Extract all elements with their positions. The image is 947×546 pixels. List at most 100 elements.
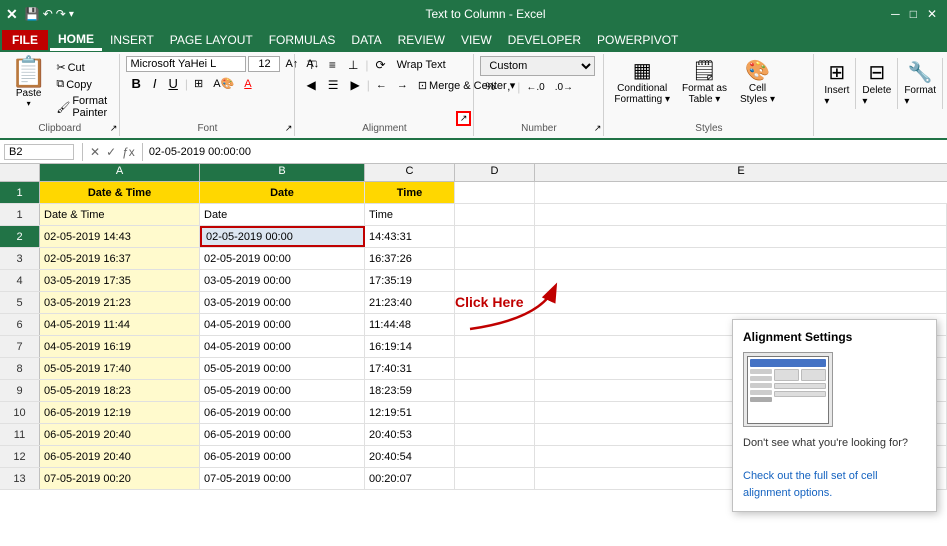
- cell-A7[interactable]: 04-05-2019 16:19: [40, 336, 200, 357]
- name-box[interactable]: [4, 144, 74, 160]
- percent-btn[interactable]: %: [480, 79, 500, 95]
- cell-C6[interactable]: 11:44:48: [365, 314, 455, 335]
- close-icon[interactable]: ✕: [927, 7, 937, 21]
- cell-A6[interactable]: 04-05-2019 11:44: [40, 314, 200, 335]
- cell-c1[interactable]: Time: [365, 182, 455, 203]
- cell-C7[interactable]: 16:19:14: [365, 336, 455, 357]
- undo-qat-btn[interactable]: ↶: [43, 7, 53, 21]
- decrease-decimal-btn[interactable]: ←.0: [522, 80, 548, 95]
- cell-D2[interactable]: [455, 226, 535, 247]
- cell-C10[interactable]: 12:19:51: [365, 402, 455, 423]
- cell-a1[interactable]: Date & Time: [40, 182, 200, 203]
- number-format-select[interactable]: Custom: [480, 56, 595, 76]
- cell-D1[interactable]: [455, 204, 535, 225]
- font-color-button[interactable]: A: [240, 76, 255, 92]
- cell-B1[interactable]: Date: [200, 204, 365, 225]
- decrease-indent-btn[interactable]: ←: [372, 77, 391, 93]
- cell-A5[interactable]: 03-05-2019 21:23: [40, 292, 200, 313]
- cell-C11[interactable]: 20:40:53: [365, 424, 455, 445]
- qat-more-icon[interactable]: ▾: [69, 9, 74, 20]
- cell-D10[interactable]: [455, 402, 535, 423]
- save-qat-btn[interactable]: 💾: [25, 7, 40, 21]
- menu-formulas[interactable]: FORMULAS: [261, 31, 344, 49]
- formula-cancel-icon[interactable]: ✕: [90, 145, 100, 159]
- cut-button[interactable]: ✂ Cut: [54, 60, 113, 75]
- cell-D12[interactable]: [455, 446, 535, 467]
- col-header-a[interactable]: A: [40, 164, 200, 181]
- delete-cells-btn[interactable]: ⊟ Delete ▾: [856, 58, 898, 109]
- alignment-expand-btn[interactable]: ↗: [456, 111, 472, 126]
- cell-B5[interactable]: 03-05-2019 00:00: [200, 292, 365, 313]
- cell-E5[interactable]: [535, 292, 947, 313]
- col-header-d[interactable]: D: [455, 164, 535, 181]
- cell-B12[interactable]: 06-05-2019 00:00: [200, 446, 365, 467]
- cell-E4[interactable]: [535, 270, 947, 291]
- underline-button[interactable]: U: [163, 74, 182, 93]
- align-center-btn[interactable]: ☰: [323, 76, 344, 94]
- comma-btn[interactable]: ,: [502, 79, 515, 95]
- cell-E3[interactable]: [535, 248, 947, 269]
- cell-C8[interactable]: 17:40:31: [365, 358, 455, 379]
- cell-A11[interactable]: 06-05-2019 20:40: [40, 424, 200, 445]
- cell-D8[interactable]: [455, 358, 535, 379]
- cell-B7[interactable]: 04-05-2019 00:00: [200, 336, 365, 357]
- cell-B6[interactable]: 04-05-2019 00:00: [200, 314, 365, 335]
- cell-C12[interactable]: 20:40:54: [365, 446, 455, 467]
- copy-button[interactable]: ⧉ Copy: [54, 77, 113, 92]
- cell-C9[interactable]: 18:23:59: [365, 380, 455, 401]
- clipboard-expand-icon[interactable]: ↗: [110, 123, 118, 134]
- cell-B11[interactable]: 06-05-2019 00:00: [200, 424, 365, 445]
- cell-styles-btn[interactable]: 🎨 CellStyles ▾: [735, 56, 780, 107]
- cell-E1[interactable]: [535, 204, 947, 225]
- number-expand-icon[interactable]: ↗: [594, 123, 602, 134]
- menu-insert[interactable]: INSERT: [102, 31, 162, 49]
- text-direction-btn[interactable]: ⟳: [371, 56, 391, 74]
- align-left-btn[interactable]: ◀: [301, 76, 320, 94]
- cell-B10[interactable]: 06-05-2019 00:00: [200, 402, 365, 423]
- increase-indent-btn[interactable]: →: [393, 77, 412, 93]
- bold-button[interactable]: B: [126, 74, 145, 93]
- minimize-icon[interactable]: ─: [891, 7, 900, 21]
- conditional-formatting-btn[interactable]: ▦ ConditionalFormatting ▾: [610, 56, 674, 107]
- cell-C1[interactable]: Time: [365, 204, 455, 225]
- cell-D7[interactable]: [455, 336, 535, 357]
- cell-A1[interactable]: Date & Time: [40, 204, 200, 225]
- maximize-icon[interactable]: □: [910, 7, 917, 21]
- formula-confirm-icon[interactable]: ✓: [106, 145, 116, 159]
- col-header-c[interactable]: C: [365, 164, 455, 181]
- cell-d1[interactable]: [455, 182, 535, 203]
- wrap-text-btn[interactable]: Wrap Text: [393, 57, 450, 73]
- cell-C4[interactable]: 17:35:19: [365, 270, 455, 291]
- cell-A12[interactable]: 06-05-2019 20:40: [40, 446, 200, 467]
- align-right-btn[interactable]: ▶: [345, 76, 364, 94]
- cell-A8[interactable]: 05-05-2019 17:40: [40, 358, 200, 379]
- cell-e1[interactable]: [535, 182, 947, 203]
- menu-page-layout[interactable]: PAGE LAYOUT: [162, 31, 261, 49]
- menu-home[interactable]: HOME: [50, 30, 102, 51]
- col-header-b[interactable]: B: [200, 164, 365, 181]
- font-expand-icon[interactable]: ↗: [285, 123, 293, 134]
- formula-insert-function-icon[interactable]: ƒx: [122, 145, 135, 159]
- align-top-btn[interactable]: ⊤: [301, 56, 321, 74]
- align-middle-btn[interactable]: ≡: [324, 56, 341, 74]
- increase-decimal-btn[interactable]: .0→: [551, 80, 577, 95]
- border-button[interactable]: ⊞: [190, 75, 207, 92]
- cell-A2[interactable]: 02-05-2019 14:43: [40, 226, 200, 247]
- cell-D13[interactable]: [455, 468, 535, 489]
- cell-A3[interactable]: 02-05-2019 16:37: [40, 248, 200, 269]
- cell-A10[interactable]: 06-05-2019 12:19: [40, 402, 200, 423]
- menu-view[interactable]: VIEW: [453, 31, 500, 49]
- paste-button[interactable]: 📋 Paste ▾: [6, 56, 51, 110]
- cell-A4[interactable]: 03-05-2019 17:35: [40, 270, 200, 291]
- cell-A13[interactable]: 07-05-2019 00:20: [40, 468, 200, 489]
- cell-B2[interactable]: 02-05-2019 00:00: [200, 226, 365, 247]
- formula-input[interactable]: [147, 145, 947, 159]
- cell-B4[interactable]: 03-05-2019 00:00: [200, 270, 365, 291]
- tooltip-link[interactable]: Check out the full set of cell alignment…: [743, 470, 878, 499]
- align-bottom-btn[interactable]: ⊥: [343, 56, 363, 74]
- file-menu-btn[interactable]: FILE: [2, 30, 48, 50]
- cell-B3[interactable]: 02-05-2019 00:00: [200, 248, 365, 269]
- menu-review[interactable]: REVIEW: [390, 31, 453, 49]
- cell-B8[interactable]: 05-05-2019 00:00: [200, 358, 365, 379]
- cell-b1[interactable]: Date: [200, 182, 365, 203]
